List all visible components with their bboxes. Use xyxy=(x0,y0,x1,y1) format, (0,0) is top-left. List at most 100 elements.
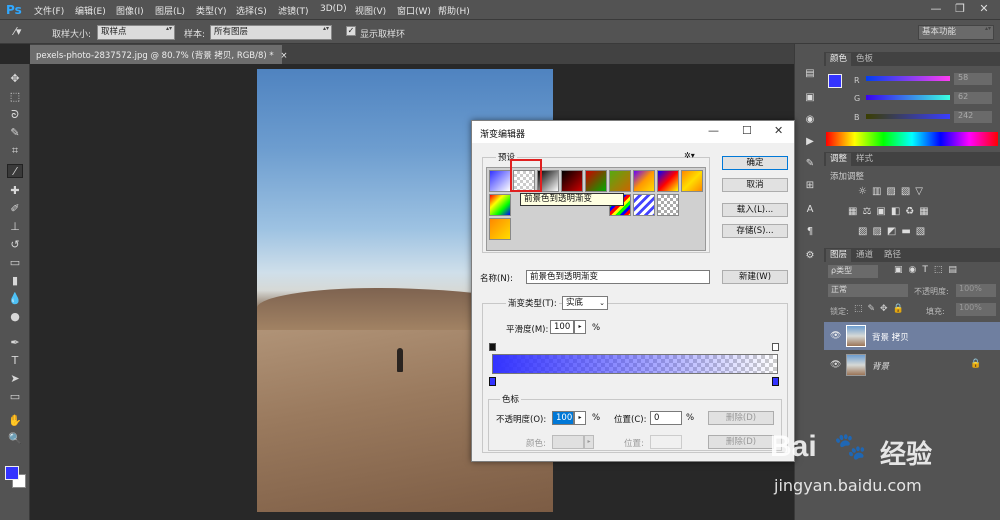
stop-color-swatch[interactable] xyxy=(552,435,584,449)
eyedropper-icon[interactable]: ⁄▾ xyxy=(14,25,21,38)
layer-name[interactable]: 背景 xyxy=(872,360,889,372)
fill-field[interactable]: 100% xyxy=(956,303,996,316)
tab-adjustments[interactable]: 调整 xyxy=(826,153,852,166)
gradient-type-select[interactable]: 实底 ⌄ xyxy=(562,296,608,310)
delete-color-stop-button[interactable]: 删除(D) xyxy=(708,435,774,449)
menu-layer[interactable]: 图层(L) xyxy=(155,4,185,17)
preset-swatch[interactable] xyxy=(489,194,511,216)
marquee-tool[interactable]: ⬚ xyxy=(7,90,23,104)
new-button[interactable]: 新建(W) xyxy=(722,270,788,284)
info-icon[interactable]: ▣ xyxy=(803,92,817,106)
tab-color[interactable]: 颜色 xyxy=(826,53,852,66)
dodge-tool[interactable]: ● xyxy=(7,310,23,324)
blend-mode-select[interactable]: 正常 xyxy=(828,284,908,297)
lock-icons[interactable]: ⬚✎✥🔒 xyxy=(854,304,909,314)
blur-tool[interactable]: 💧 xyxy=(7,292,23,306)
type-tool[interactable]: T xyxy=(7,354,23,368)
menu-help[interactable]: 帮助(H) xyxy=(438,4,470,17)
preset-swatch[interactable] xyxy=(633,170,655,192)
properties-icon[interactable]: ◉ xyxy=(803,114,817,128)
r-value[interactable]: 58 xyxy=(954,73,992,85)
path-select-tool[interactable]: ➤ xyxy=(7,372,23,386)
stop-opacity-arrow-icon[interactable]: ▸ xyxy=(574,411,586,425)
adjustment-icons-row2[interactable]: ▦⚖▣◧♻▦ xyxy=(848,206,934,217)
history-icon[interactable]: ▤ xyxy=(803,68,817,82)
document-tab[interactable]: pexels-photo-2837572.jpg @ 80.7% (背景 拷贝,… xyxy=(30,45,288,64)
gradient-bar[interactable] xyxy=(492,354,778,374)
quick-select-tool[interactable]: ✎ xyxy=(7,126,23,140)
menu-filter[interactable]: 滤镜(T) xyxy=(278,4,309,17)
tab-swatches[interactable]: 色板 xyxy=(852,53,877,66)
fg-color-swatch[interactable] xyxy=(828,74,842,88)
preset-swatch[interactable] xyxy=(561,170,583,192)
visibility-eye-icon[interactable]: 👁 xyxy=(830,331,841,341)
actions-icon[interactable]: ▶ xyxy=(803,136,817,150)
eyedropper-tool[interactable]: ⁄ xyxy=(7,164,23,178)
presets-gear-icon[interactable]: ✲▾ xyxy=(684,151,695,160)
opacity-stop-right[interactable] xyxy=(772,343,779,351)
lasso-tool[interactable]: ᘐ xyxy=(7,108,23,122)
tab-styles[interactable]: 样式 xyxy=(852,153,877,166)
zoom-tool[interactable]: 🔍 xyxy=(7,432,23,446)
crop-tool[interactable]: ⌗ xyxy=(7,144,23,158)
visibility-eye-icon[interactable]: 👁 xyxy=(830,360,841,370)
sample-size-select[interactable]: 取样点 xyxy=(97,25,175,40)
menu-select[interactable]: 选择(S) xyxy=(236,4,267,17)
foreground-color-swatch[interactable] xyxy=(5,466,19,480)
tab-layers[interactable]: 图层 xyxy=(826,249,852,262)
b-value[interactable]: 242 xyxy=(954,111,992,123)
load-button[interactable]: 载入(L)... xyxy=(722,203,788,217)
history-brush-tool[interactable]: ↺ xyxy=(7,238,23,252)
color-stop-left[interactable] xyxy=(489,377,496,386)
r-slider[interactable] xyxy=(866,76,950,81)
preset-swatch[interactable] xyxy=(489,218,511,240)
dialog-minimize-icon[interactable]: — xyxy=(708,124,719,137)
menu-view[interactable]: 视图(V) xyxy=(355,4,386,17)
preset-swatch[interactable] xyxy=(657,170,679,192)
layer-row[interactable]: 👁 背景 🔒 xyxy=(824,351,1000,379)
cancel-button[interactable]: 取消 xyxy=(722,178,788,192)
layer-row-selected[interactable]: 👁 背景 拷贝 xyxy=(824,322,1000,350)
g-slider[interactable] xyxy=(866,95,950,100)
adjustment-icons-row1[interactable]: ☼▥▨▧▽ xyxy=(858,186,928,197)
tab-close-icon[interactable]: × xyxy=(280,51,287,61)
name-field[interactable]: 前景色到透明渐变 xyxy=(526,270,710,284)
preset-swatch[interactable] xyxy=(681,170,703,192)
character-icon[interactable]: A xyxy=(803,204,817,218)
menu-window[interactable]: 窗口(W) xyxy=(397,4,431,17)
color-spectrum[interactable] xyxy=(826,132,998,146)
smoothness-field[interactable]: 100 xyxy=(550,320,574,334)
menu-image[interactable]: 图像(I) xyxy=(116,4,144,17)
menu-type[interactable]: 类型(Y) xyxy=(196,4,227,17)
workspace-select[interactable]: 基本功能 xyxy=(918,25,994,40)
tab-paths[interactable]: 路径 xyxy=(880,249,905,262)
color-stop-right[interactable] xyxy=(772,377,779,386)
ok-button[interactable]: 确定 xyxy=(722,156,788,170)
stop-location2-field[interactable] xyxy=(650,435,682,449)
rectangle-tool[interactable]: ▭ xyxy=(7,390,23,404)
g-value[interactable]: 62 xyxy=(954,92,992,104)
menu-3d[interactable]: 3D(D) xyxy=(320,4,347,14)
layer-filter-icons[interactable]: ▣◉T⬚▤ xyxy=(894,265,963,275)
move-tool[interactable]: ✥ xyxy=(7,72,23,86)
healing-tool[interactable]: ✚ xyxy=(7,184,23,198)
tab-channels[interactable]: 通道 xyxy=(852,249,877,262)
opacity-field[interactable]: 100% xyxy=(956,284,996,297)
gradient-tool[interactable]: ▮ xyxy=(7,274,23,288)
eraser-tool[interactable]: ▭ xyxy=(7,256,23,270)
stop-color-arrow-icon[interactable]: ▸ xyxy=(584,435,594,449)
dialog-close-icon[interactable]: ✕ xyxy=(774,124,783,137)
stop-location-field[interactable]: 0 xyxy=(650,411,682,425)
layer-kind-filter[interactable]: ρ类型 xyxy=(828,265,878,278)
menu-edit[interactable]: 编辑(E) xyxy=(75,4,106,17)
paragraph-icon[interactable]: ¶ xyxy=(803,226,817,240)
brush-panel-icon[interactable]: ✎ xyxy=(803,158,817,172)
delete-opacity-stop-button[interactable]: 删除(D) xyxy=(708,411,774,425)
minimize-icon[interactable]: — xyxy=(924,0,948,18)
pen-tool[interactable]: ✒ xyxy=(7,336,23,350)
smoothness-arrow-icon[interactable]: ▸ xyxy=(574,320,586,334)
stamp-tool[interactable]: ⊥ xyxy=(7,220,23,234)
save-button[interactable]: 存储(S)... xyxy=(722,224,788,238)
stop-opacity-field[interactable]: 100 xyxy=(552,411,574,425)
preset-swatch[interactable] xyxy=(633,194,655,216)
